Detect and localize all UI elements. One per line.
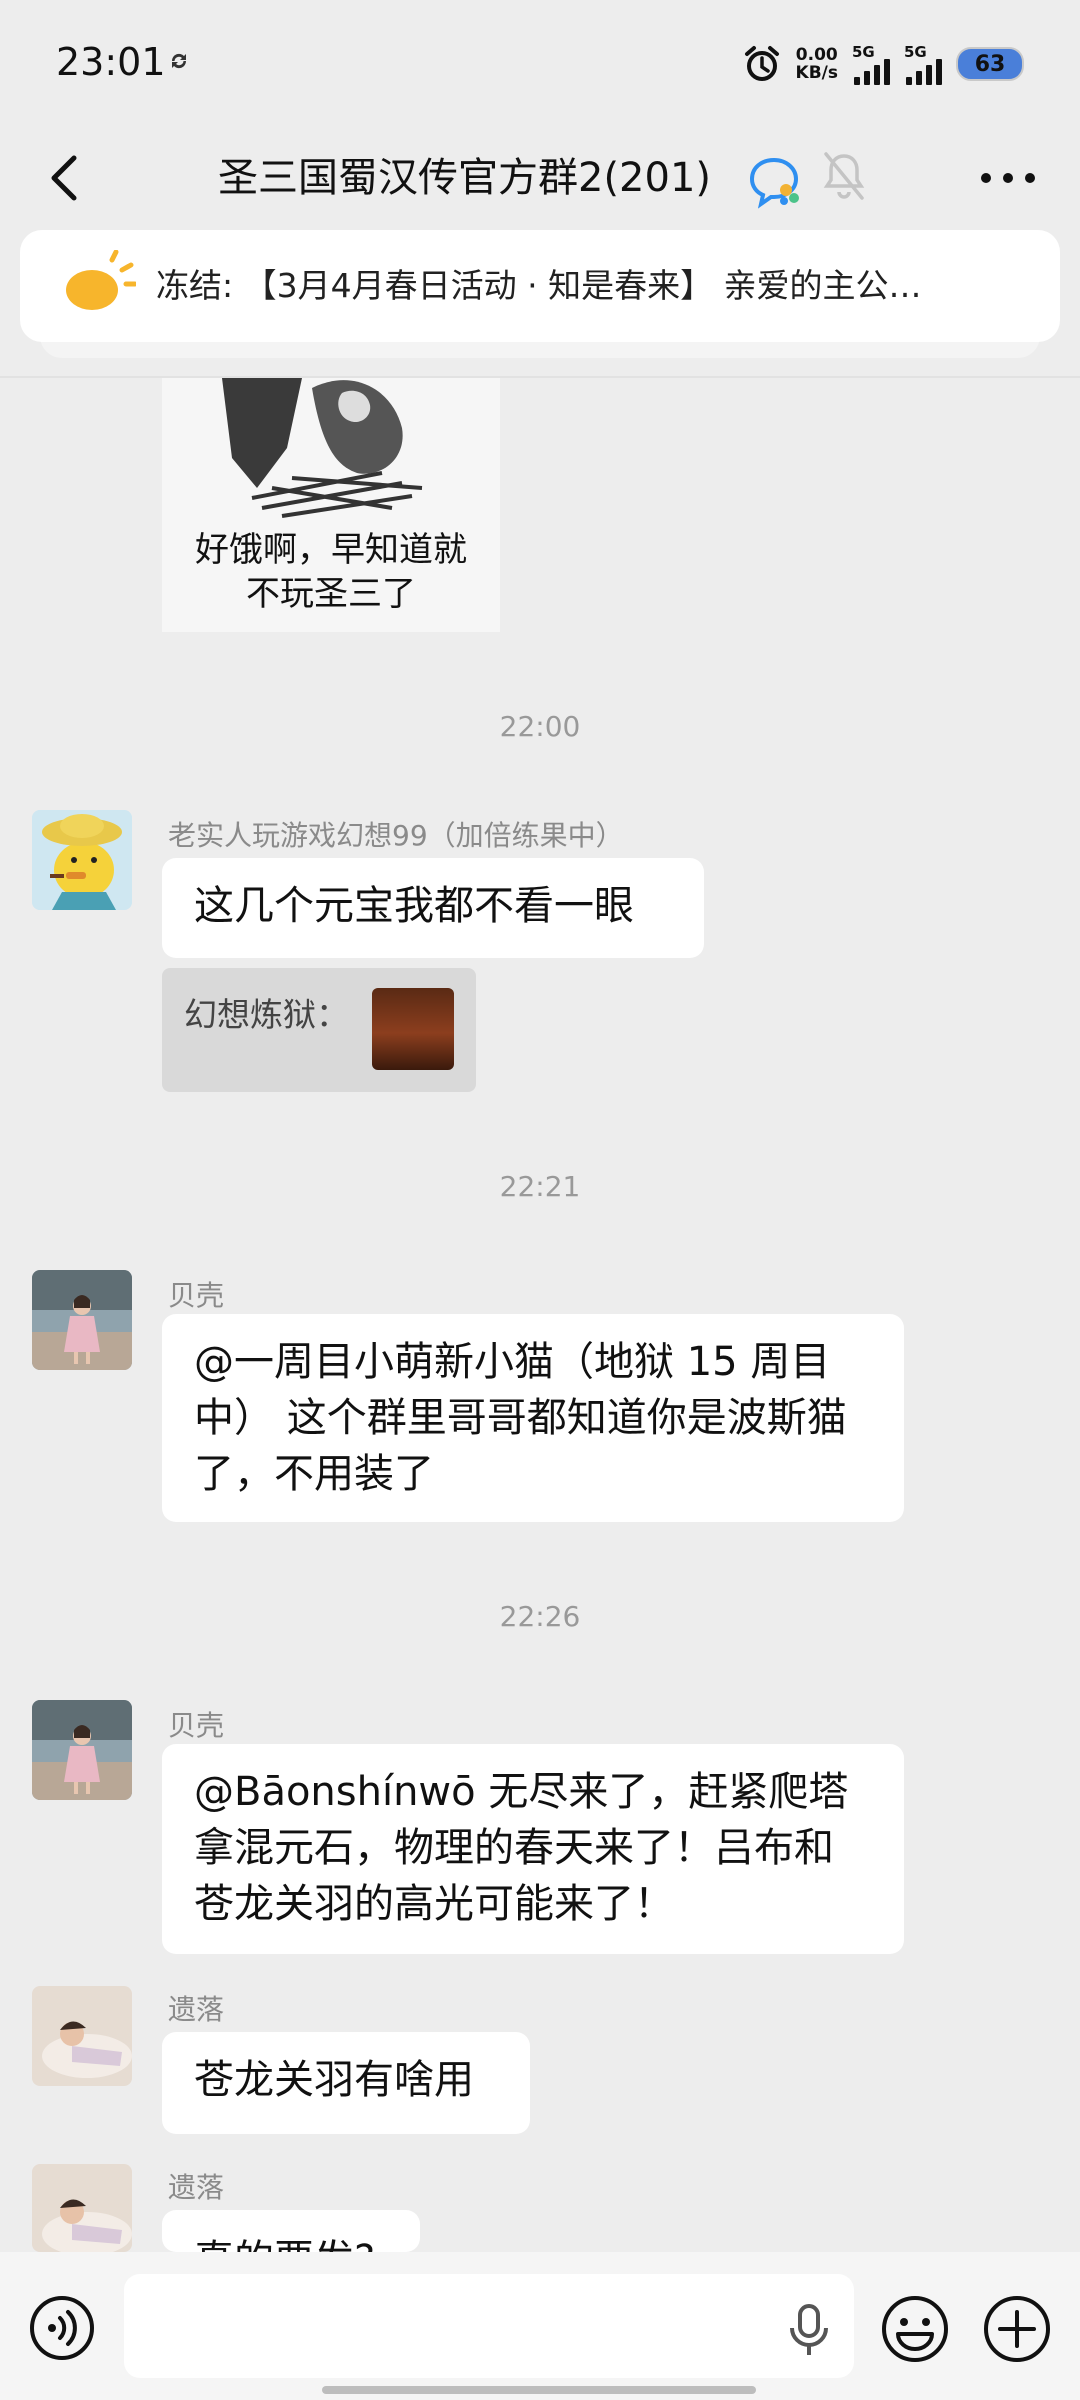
- mute-bell-icon: [823, 152, 865, 200]
- timestamp: 22:00: [499, 710, 581, 743]
- status-time: 23:01: [56, 40, 166, 84]
- girl-avatar-image: [32, 1270, 132, 1370]
- alarm-icon: [744, 46, 779, 81]
- message-bubble[interactable]: 这几个元宝我都不看一眼: [162, 858, 704, 958]
- avatar[interactable]: [32, 1986, 132, 2086]
- voice-mode-button[interactable]: [28, 2294, 96, 2362]
- sender-name: 贝壳: [168, 1709, 225, 1742]
- home-indicator[interactable]: [322, 2386, 756, 2394]
- duck-avatar-image: [32, 810, 132, 910]
- status-bar: 23:01 0.00 KB/s 5G 5G 63: [0, 0, 1080, 128]
- group-badge-icon: [749, 157, 799, 209]
- add-attachment-button[interactable]: [982, 2294, 1052, 2364]
- girl-avatar-image: [32, 1700, 132, 1800]
- sync-icon: [171, 53, 187, 69]
- sender-name: 老实人玩游戏幻想99（加倍练果中）: [168, 819, 624, 852]
- sender-name: 贝壳: [168, 1279, 225, 1312]
- sender-name: 遗落: [168, 1993, 225, 2026]
- card-thumbnail: [372, 988, 454, 1070]
- emoji-button[interactable]: [880, 2294, 950, 2364]
- signal-sim2-icon: 5G: [904, 43, 942, 85]
- sleeping-avatar-image: [32, 2164, 132, 2252]
- message-bubble[interactable]: 苍龙关羽有啥用: [162, 2032, 530, 2134]
- input-bar: [0, 2252, 1080, 2400]
- battery-indicator: 63: [956, 47, 1024, 81]
- avatar[interactable]: [32, 810, 132, 910]
- chat-header: 圣三国蜀汉传官方群2(201): [0, 128, 1080, 228]
- message-input[interactable]: [124, 2274, 854, 2378]
- sender-name: 遗落: [168, 2171, 225, 2204]
- meme-image[interactable]: 好饿啊，早知道就 不玩圣三了: [162, 378, 500, 632]
- avatar[interactable]: [32, 1700, 132, 1800]
- sleeping-avatar-image: [32, 1986, 132, 2086]
- microphone-icon[interactable]: [784, 2302, 834, 2358]
- timestamp: 22:21: [499, 1170, 581, 1203]
- avatar[interactable]: [32, 1270, 132, 1370]
- network-speed: 0.00 KB/s: [795, 45, 838, 83]
- group-announcement[interactable]: 冻结: 【3月4月春日活动 · 知是春来】 亲爱的主公…: [20, 230, 1060, 342]
- message-bubble[interactable]: @一周目小萌新小猫（地狱 15 周目中） 这个群里哥哥都知道你是波斯猫了，不用装…: [162, 1314, 904, 1522]
- avatar[interactable]: [32, 2164, 132, 2252]
- chat-title[interactable]: 圣三国蜀汉传官方群2(201): [218, 146, 711, 210]
- timestamp: 22:26: [499, 1600, 581, 1633]
- card-label: 幻想炼狱：: [184, 995, 349, 1034]
- announcement-text: 冻结: 【3月4月春日活动 · 知是春来】 亲爱的主公…: [156, 266, 922, 305]
- shared-card[interactable]: 幻想炼狱：: [162, 968, 476, 1092]
- meme-caption: 好饿啊，早知道就 不玩圣三了: [195, 530, 467, 614]
- signal-sim1-icon: 5G: [852, 43, 890, 85]
- message-bubble[interactable]: 真的要发?: [162, 2210, 420, 2252]
- message-bubble[interactable]: @Bāonshínwō 无尽来了，赶紧爬塔拿混元石，物理的春天来了！吕布和苍龙关…: [162, 1744, 904, 1954]
- sun-icon: [66, 250, 136, 310]
- back-button[interactable]: [34, 146, 98, 210]
- meme-drawing: [222, 378, 423, 518]
- more-options-button[interactable]: [968, 146, 1048, 210]
